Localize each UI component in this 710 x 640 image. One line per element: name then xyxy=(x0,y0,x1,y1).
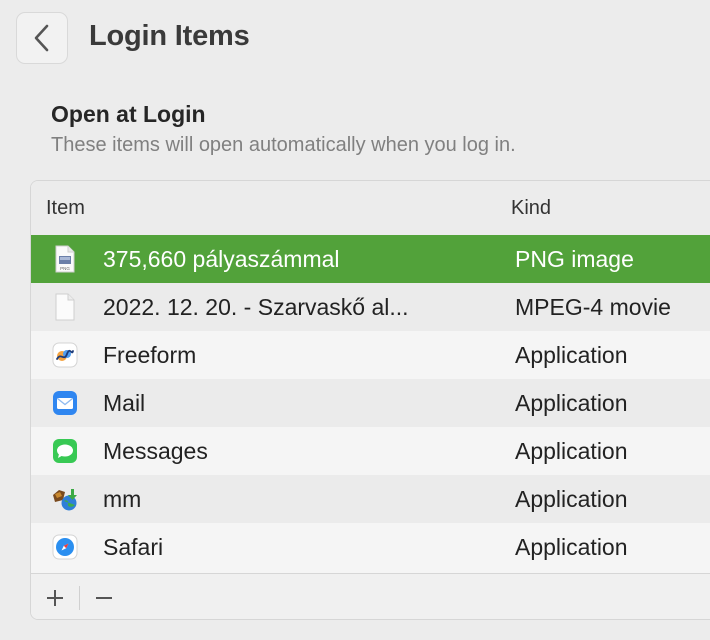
png-file-icon: PNG xyxy=(51,245,79,273)
row-kind: Application xyxy=(515,438,628,464)
section-title: Open at Login xyxy=(51,101,206,127)
table-row[interactable]: PNG 375,660 pályaszámmal PNG image xyxy=(31,235,710,283)
row-kind: PNG image xyxy=(515,246,634,272)
add-item-button[interactable] xyxy=(40,582,70,614)
table-row[interactable]: Mail Application xyxy=(31,379,710,427)
footer-divider xyxy=(79,586,80,610)
chevron-left-icon xyxy=(34,24,49,52)
table-row[interactable]: Safari Application xyxy=(31,523,710,571)
row-kind: Application xyxy=(515,486,628,512)
mail-app-icon xyxy=(51,389,79,417)
table-header: Item Kind xyxy=(31,181,710,235)
row-name: Safari xyxy=(103,534,164,560)
document-file-icon xyxy=(51,293,79,321)
minus-icon xyxy=(96,597,112,599)
row-name: mm xyxy=(103,486,142,512)
row-name: 375,660 pályaszámmal xyxy=(103,246,340,272)
row-name: 2022. 12. 20. - Szarvaskő al... xyxy=(103,294,409,320)
row-kind: Application xyxy=(515,390,628,416)
table-row[interactable]: mm Application xyxy=(31,475,710,523)
plus-icon xyxy=(47,590,63,606)
svg-text:PNG: PNG xyxy=(60,266,70,271)
messages-app-icon xyxy=(51,437,79,465)
row-name: Mail xyxy=(103,390,146,416)
window-title: Login Items xyxy=(89,20,250,52)
remove-item-button[interactable] xyxy=(89,582,119,614)
table-row[interactable]: Messages Application xyxy=(31,427,710,475)
row-name: Messages xyxy=(103,438,208,464)
column-header-item[interactable]: Item xyxy=(46,197,85,220)
back-button[interactable] xyxy=(16,12,68,64)
row-kind: MPEG-4 movie xyxy=(515,294,671,320)
row-kind: Application xyxy=(515,534,628,560)
freeform-app-icon xyxy=(51,341,79,369)
table-row[interactable]: 2022. 12. 20. - Szarvaskő al... MPEG-4 m… xyxy=(31,283,710,331)
section-description: These items will open automatically when… xyxy=(51,134,516,156)
safari-app-icon xyxy=(51,533,79,561)
mm-app-icon xyxy=(51,485,79,513)
table-footer xyxy=(31,573,710,619)
table-row[interactable]: Freeform Application xyxy=(31,331,710,379)
login-items-table: Item Kind PNG 375,660 pályaszámmal PNG i… xyxy=(30,180,710,620)
row-kind: Application xyxy=(515,342,628,368)
row-name: Freeform xyxy=(103,342,197,368)
column-header-kind[interactable]: Kind xyxy=(511,197,551,220)
